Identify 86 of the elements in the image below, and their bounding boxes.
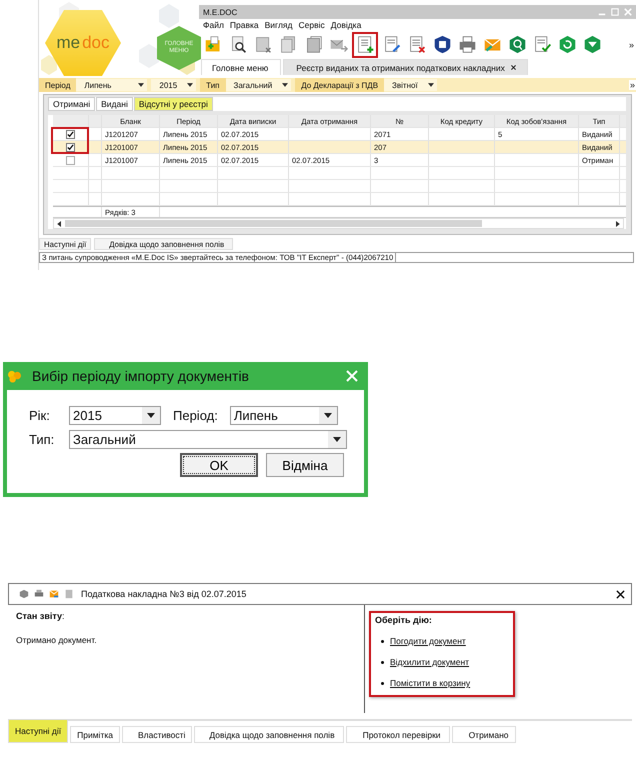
cube-icon[interactable] <box>19 589 29 599</box>
tab[interactable]: Видані <box>96 97 133 111</box>
dropdown-arrow-icon[interactable] <box>138 83 144 87</box>
printer-icon[interactable] <box>458 35 476 54</box>
dropdown-value: Липень <box>234 408 278 422</box>
scrollbar[interactable] <box>53 218 624 229</box>
dropdown-arrow-icon[interactable] <box>187 83 194 87</box>
dropdown[interactable]: Загальний <box>69 430 347 448</box>
menu-item[interactable]: Вигляд <box>264 20 292 30</box>
checkbox[interactable] <box>66 130 75 138</box>
filter-label: Тип <box>200 78 226 92</box>
menu-item[interactable]: Довідка <box>330 20 362 30</box>
tab[interactable]: Довідка щодо заповнення полів <box>194 726 344 743</box>
close-icon[interactable] <box>616 590 625 598</box>
logo-text: doc <box>82 33 110 53</box>
dropdown-value: 2015 <box>159 80 178 90</box>
dropdown[interactable]: Липень <box>76 79 148 91</box>
status-text: Отримано документ. <box>16 635 98 645</box>
menu-item[interactable]: Сервіс <box>298 20 325 30</box>
bullet-icon <box>381 660 384 664</box>
tab[interactable]: Отримані <box>48 97 96 111</box>
cancel-button[interactable]: Відміна <box>266 453 344 477</box>
tab[interactable]: Отримано <box>452 726 516 743</box>
field-label: Рік: <box>29 408 51 422</box>
scroll-left-icon[interactable] <box>57 220 62 226</box>
tab-label[interactable]: Головне меню <box>212 62 268 72</box>
logo-text: me <box>56 33 80 53</box>
dropdown-arrow-icon[interactable] <box>282 83 288 87</box>
checkbox[interactable] <box>66 142 75 152</box>
window-title: M.E.DOC <box>203 8 238 16</box>
status-label: Стан звіту: <box>16 611 66 621</box>
document-pen-icon[interactable] <box>382 35 402 54</box>
envelope-icon[interactable] <box>49 589 59 599</box>
close-icon[interactable] <box>510 64 517 71</box>
tab[interactable]: Протокол перевірки <box>346 726 450 743</box>
tab[interactable]: Головне меню <box>201 59 282 75</box>
more-button[interactable]: » <box>628 80 636 90</box>
dropdown-arrow-icon[interactable] <box>333 436 341 442</box>
document-check-icon[interactable] <box>532 35 552 54</box>
menu-item[interactable]: Правка <box>230 20 259 30</box>
dropdown-arrow-icon[interactable] <box>324 412 332 418</box>
tab-label[interactable]: Реєстр виданих та отриманих податкових накладних <box>296 62 505 72</box>
filter-label: Період <box>39 78 76 92</box>
ok-button[interactable]: OK <box>180 453 258 477</box>
dropdown-value: Загальний <box>234 80 272 90</box>
tab[interactable]: Наступні дії <box>8 719 68 743</box>
dropdown-value: Загальний <box>73 432 136 446</box>
dropdown[interactable]: Звітної <box>384 79 437 91</box>
field-label: Тип: <box>29 432 56 446</box>
dropdown[interactable]: 2015 <box>69 406 161 424</box>
checkbox[interactable] <box>66 156 75 164</box>
scroll-right-icon[interactable] <box>615 220 620 226</box>
dropdown-value: 2015 <box>73 408 102 422</box>
flower-icon <box>7 370 22 382</box>
document-delete-icon[interactable] <box>408 35 426 54</box>
tab[interactable]: Відсутні у реєстрі <box>134 97 213 111</box>
shield-icon[interactable] <box>432 35 452 54</box>
bullet-icon <box>381 682 384 684</box>
action-link[interactable]: Погодити документ <box>390 636 466 646</box>
dropdown-arrow-icon[interactable] <box>147 412 155 418</box>
tab[interactable]: Реєстр виданих та отриманих податкових накладних <box>283 59 528 75</box>
hexagon-refresh-icon[interactable] <box>558 35 576 54</box>
document-cross-icon[interactable] <box>254 35 272 54</box>
hexagon-arrow-icon[interactable] <box>582 35 602 54</box>
dropdown-value: Звітної <box>392 80 418 90</box>
document-title: Податкова накладна №3 від 02.07.2015 <box>81 589 248 599</box>
bullet-icon <box>381 640 384 642</box>
hexagon-magnifier-icon[interactable] <box>508 35 526 54</box>
action-link[interactable]: Помістити в корзину <box>390 678 470 688</box>
action-link[interactable]: Відхилити документ <box>390 657 470 667</box>
tab[interactable]: Примітка <box>70 726 120 743</box>
tab[interactable]: Властивості <box>122 726 192 743</box>
documents-icon[interactable] <box>278 35 298 54</box>
field-label: Період: <box>173 408 218 422</box>
dropdown-value: Липень <box>84 80 112 90</box>
dropdown[interactable]: Липень <box>230 406 338 424</box>
actions-title: Оберіть дію: <box>375 615 433 625</box>
dialog-title: Вибір періоду імпорту документів <box>32 368 250 384</box>
dropdown[interactable]: Загальний <box>226 79 292 91</box>
folder-plus-icon[interactable] <box>204 35 222 54</box>
filter-label: До Декларації з ПДВ <box>295 78 384 92</box>
more-button[interactable]: » <box>628 40 636 50</box>
printer-icon[interactable] <box>34 589 44 599</box>
menu-item[interactable]: Файл <box>203 20 224 30</box>
dropdown-arrow-icon[interactable] <box>428 83 434 87</box>
dropdown[interactable]: 2015 <box>151 79 196 91</box>
